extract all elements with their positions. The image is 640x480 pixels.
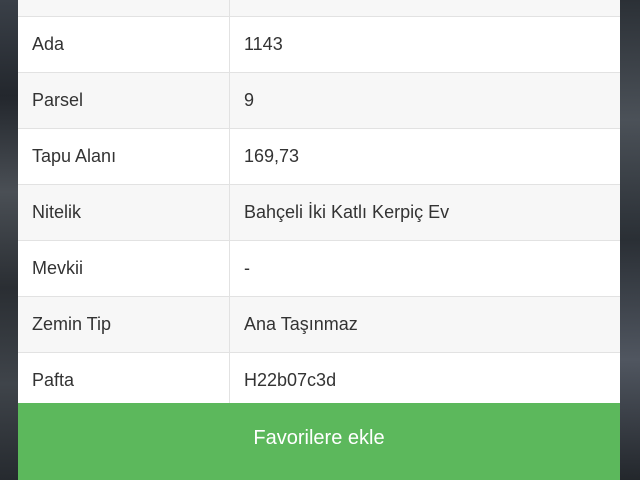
table-row-ada: Ada 1143	[18, 16, 620, 73]
row-label-parsel: Parsel	[18, 72, 230, 129]
row-label-nitelik: Nitelik	[18, 184, 230, 241]
table-row-nitelik: Nitelik Bahçeli İki Katlı Kerpiç Ev	[18, 184, 620, 241]
background-photo-right	[620, 0, 640, 480]
row-value-pafta: H22b07c3d	[229, 352, 620, 409]
row-value-parsel: 9	[229, 72, 620, 129]
table-cell-value	[229, 0, 620, 17]
table-row-parsel: Parsel 9	[18, 72, 620, 129]
row-label-ada: Ada	[18, 16, 230, 73]
add-to-favorites-button[interactable]: Favorilere ekle	[18, 403, 620, 480]
table-row-pafta: Pafta H22b07c3d	[18, 352, 620, 409]
parcel-info-panel: Ada 1143 Parsel 9 Tapu Alanı 169,73 Nite…	[18, 0, 620, 480]
row-label-pafta: Pafta	[18, 352, 230, 409]
table-row-tapu-alani: Tapu Alanı 169,73	[18, 128, 620, 185]
table-row-zemin-tip: Zemin Tip Ana Taşınmaz	[18, 296, 620, 353]
table-cell-label	[18, 0, 230, 17]
row-value-tapu-alani: 169,73	[229, 128, 620, 185]
row-label-mevkii: Mevkii	[18, 240, 230, 297]
row-value-nitelik: Bahçeli İki Katlı Kerpiç Ev	[229, 184, 620, 241]
table-row-cut-off	[18, 0, 620, 17]
background-photo-left	[0, 0, 18, 480]
parcel-info-table: Ada 1143 Parsel 9 Tapu Alanı 169,73 Nite…	[18, 0, 620, 409]
row-value-zemin-tip: Ana Taşınmaz	[229, 296, 620, 353]
row-value-ada: 1143	[229, 16, 620, 73]
row-label-zemin-tip: Zemin Tip	[18, 296, 230, 353]
row-label-tapu-alani: Tapu Alanı	[18, 128, 230, 185]
table-row-mevkii: Mevkii -	[18, 240, 620, 297]
row-value-mevkii: -	[229, 240, 620, 297]
